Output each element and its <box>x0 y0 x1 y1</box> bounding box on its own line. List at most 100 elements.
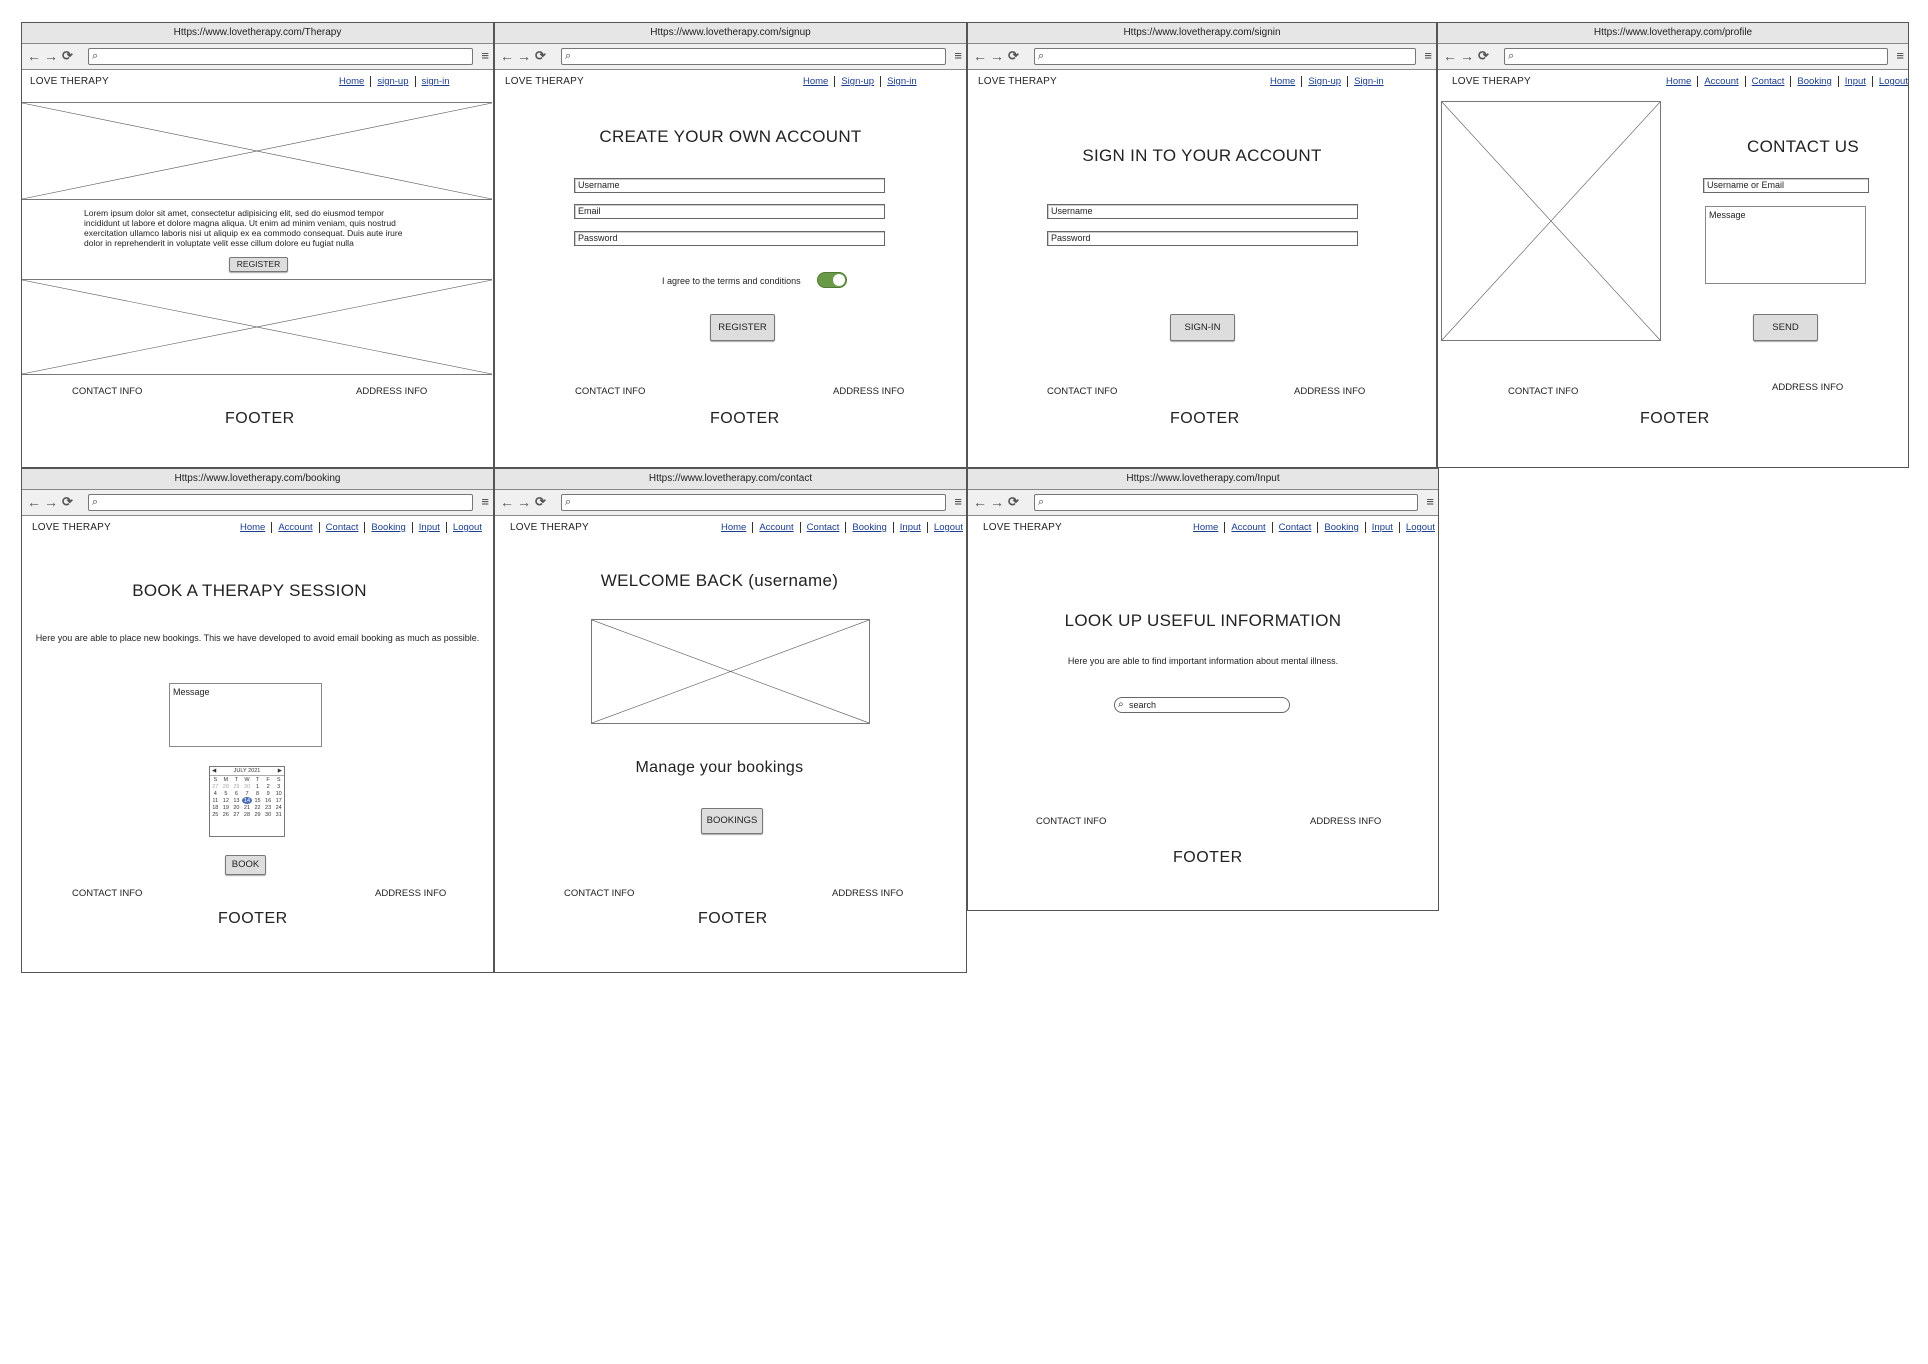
calendar-day[interactable]: 16 <box>263 797 274 804</box>
calendar[interactable]: ◀ JULY 2021 ▶ S M T W T F S 27 28 29 30 1 2 3 4 5 6 7 8 9 10… <box>209 766 285 837</box>
calendar-day[interactable]: 14 <box>241 797 253 804</box>
reload-icon[interactable]: ⟳ <box>62 49 73 63</box>
calendar-day[interactable]: 30 <box>242 783 253 790</box>
register-button[interactable]: REGISTER <box>229 257 288 272</box>
nav-home[interactable]: Home <box>234 522 271 533</box>
nav-sign-up[interactable]: Sign-up <box>1301 76 1347 87</box>
nav-sign-in[interactable]: Sign-in <box>880 76 923 87</box>
nav-booking[interactable]: Booking <box>1317 522 1364 533</box>
address-bar[interactable]: ⌕ <box>1504 48 1888 65</box>
back-icon[interactable]: ← <box>27 495 41 509</box>
terms-toggle[interactable] <box>817 272 847 288</box>
calendar-day[interactable]: 9 <box>263 790 274 797</box>
back-icon[interactable]: ← <box>973 49 987 63</box>
calendar-day[interactable]: 29 <box>252 811 263 818</box>
sign-in-button[interactable]: SIGN-IN <box>1170 314 1235 341</box>
forward-icon[interactable]: → <box>1460 49 1474 63</box>
address-bar[interactable]: ⌕ <box>88 494 473 511</box>
nav-contact[interactable]: Contact <box>1271 522 1318 533</box>
nav-contact[interactable]: Contact <box>318 522 365 533</box>
nav-account[interactable]: Account <box>1697 76 1744 87</box>
nav-account[interactable]: Account <box>752 522 799 533</box>
nav-logout[interactable]: Logout <box>1871 76 1908 87</box>
forward-icon[interactable]: → <box>517 49 531 63</box>
nav-sign-up[interactable]: Sign-up <box>834 76 880 87</box>
calendar-day[interactable]: 30 <box>263 811 274 818</box>
calendar-day[interactable]: 20 <box>231 804 242 811</box>
menu-icon[interactable]: ≡ <box>954 49 962 63</box>
nav-input[interactable]: Input <box>892 522 927 533</box>
nav-sign-up[interactable]: sign-up <box>370 76 414 87</box>
calendar-day[interactable]: 29 <box>231 783 242 790</box>
message-textarea[interactable]: Message <box>169 683 322 747</box>
nav-home[interactable]: Home <box>1187 522 1224 533</box>
back-icon[interactable]: ← <box>1443 49 1457 63</box>
nav-home[interactable]: Home <box>1264 76 1301 87</box>
calendar-day[interactable]: 21 <box>242 804 253 811</box>
calendar-day[interactable]: 17 <box>273 797 284 804</box>
nav-home[interactable]: Home <box>1660 76 1697 87</box>
calendar-day[interactable]: 13 <box>231 797 242 804</box>
calendar-day[interactable]: 24 <box>273 804 284 811</box>
username-field[interactable]: Username <box>574 178 885 193</box>
nav-sign-in[interactable]: Sign-in <box>1347 76 1390 87</box>
calendar-day[interactable]: 1 <box>252 783 263 790</box>
reload-icon[interactable]: ⟳ <box>535 495 546 509</box>
calendar-prev-icon[interactable]: ◀ <box>212 768 216 774</box>
nav-booking[interactable]: Booking <box>1790 76 1837 87</box>
reload-icon[interactable]: ⟳ <box>535 49 546 63</box>
nav-home[interactable]: Home <box>797 76 834 87</box>
calendar-day[interactable]: 7 <box>242 790 253 797</box>
nav-account[interactable]: Account <box>271 522 318 533</box>
nav-contact[interactable]: Contact <box>799 522 846 533</box>
menu-icon[interactable]: ≡ <box>1426 495 1434 509</box>
calendar-day[interactable]: 10 <box>273 790 284 797</box>
menu-icon[interactable]: ≡ <box>481 495 489 509</box>
forward-icon[interactable]: → <box>44 495 58 509</box>
back-icon[interactable]: ← <box>500 49 514 63</box>
calendar-day[interactable]: 27 <box>231 811 242 818</box>
nav-logout[interactable]: Logout <box>926 522 966 533</box>
forward-icon[interactable]: → <box>990 495 1004 509</box>
menu-icon[interactable]: ≡ <box>1896 49 1904 63</box>
back-icon[interactable]: ← <box>27 49 41 63</box>
nav-input[interactable]: Input <box>1364 522 1399 533</box>
calendar-day[interactable]: 31 <box>273 811 284 818</box>
email-field[interactable]: Email <box>574 204 885 219</box>
calendar-next-icon[interactable]: ▶ <box>278 768 282 774</box>
calendar-day[interactable]: 23 <box>263 804 274 811</box>
book-button[interactable]: BOOK <box>225 855 266 875</box>
menu-icon[interactable]: ≡ <box>954 495 962 509</box>
calendar-day[interactable]: 28 <box>242 811 253 818</box>
password-field[interactable]: Password <box>574 231 885 246</box>
search-input[interactable]: ⌕ search <box>1114 697 1290 713</box>
calendar-day[interactable]: 4 <box>210 790 221 797</box>
reload-icon[interactable]: ⟳ <box>62 495 73 509</box>
address-bar[interactable]: ⌕ <box>88 48 473 65</box>
calendar-day[interactable]: 18 <box>210 804 221 811</box>
calendar-day[interactable]: 25 <box>210 811 221 818</box>
nav-booking[interactable]: Booking <box>845 522 892 533</box>
calendar-day[interactable]: 3 <box>273 783 284 790</box>
nav-account[interactable]: Account <box>1224 522 1271 533</box>
nav-booking[interactable]: Booking <box>364 522 411 533</box>
calendar-day[interactable]: 22 <box>252 804 263 811</box>
calendar-day[interactable]: 2 <box>263 783 274 790</box>
password-field[interactable]: Password <box>1047 231 1358 246</box>
calendar-day[interactable]: 27 <box>210 783 221 790</box>
username-field[interactable]: Username <box>1047 204 1358 219</box>
back-icon[interactable]: ← <box>973 495 987 509</box>
nav-contact[interactable]: Contact <box>1744 76 1791 87</box>
back-icon[interactable]: ← <box>500 495 514 509</box>
calendar-day[interactable]: 11 <box>210 797 221 804</box>
menu-icon[interactable]: ≡ <box>481 49 489 63</box>
reload-icon[interactable]: ⟳ <box>1008 49 1019 63</box>
calendar-day[interactable]: 5 <box>221 790 232 797</box>
reload-icon[interactable]: ⟳ <box>1008 495 1019 509</box>
menu-icon[interactable]: ≡ <box>1424 49 1432 63</box>
nav-logout[interactable]: Logout <box>445 522 488 533</box>
calendar-day[interactable]: 19 <box>221 804 232 811</box>
forward-icon[interactable]: → <box>44 49 58 63</box>
bookings-button[interactable]: BOOKINGS <box>701 808 763 834</box>
nav-home[interactable]: Home <box>715 522 752 533</box>
